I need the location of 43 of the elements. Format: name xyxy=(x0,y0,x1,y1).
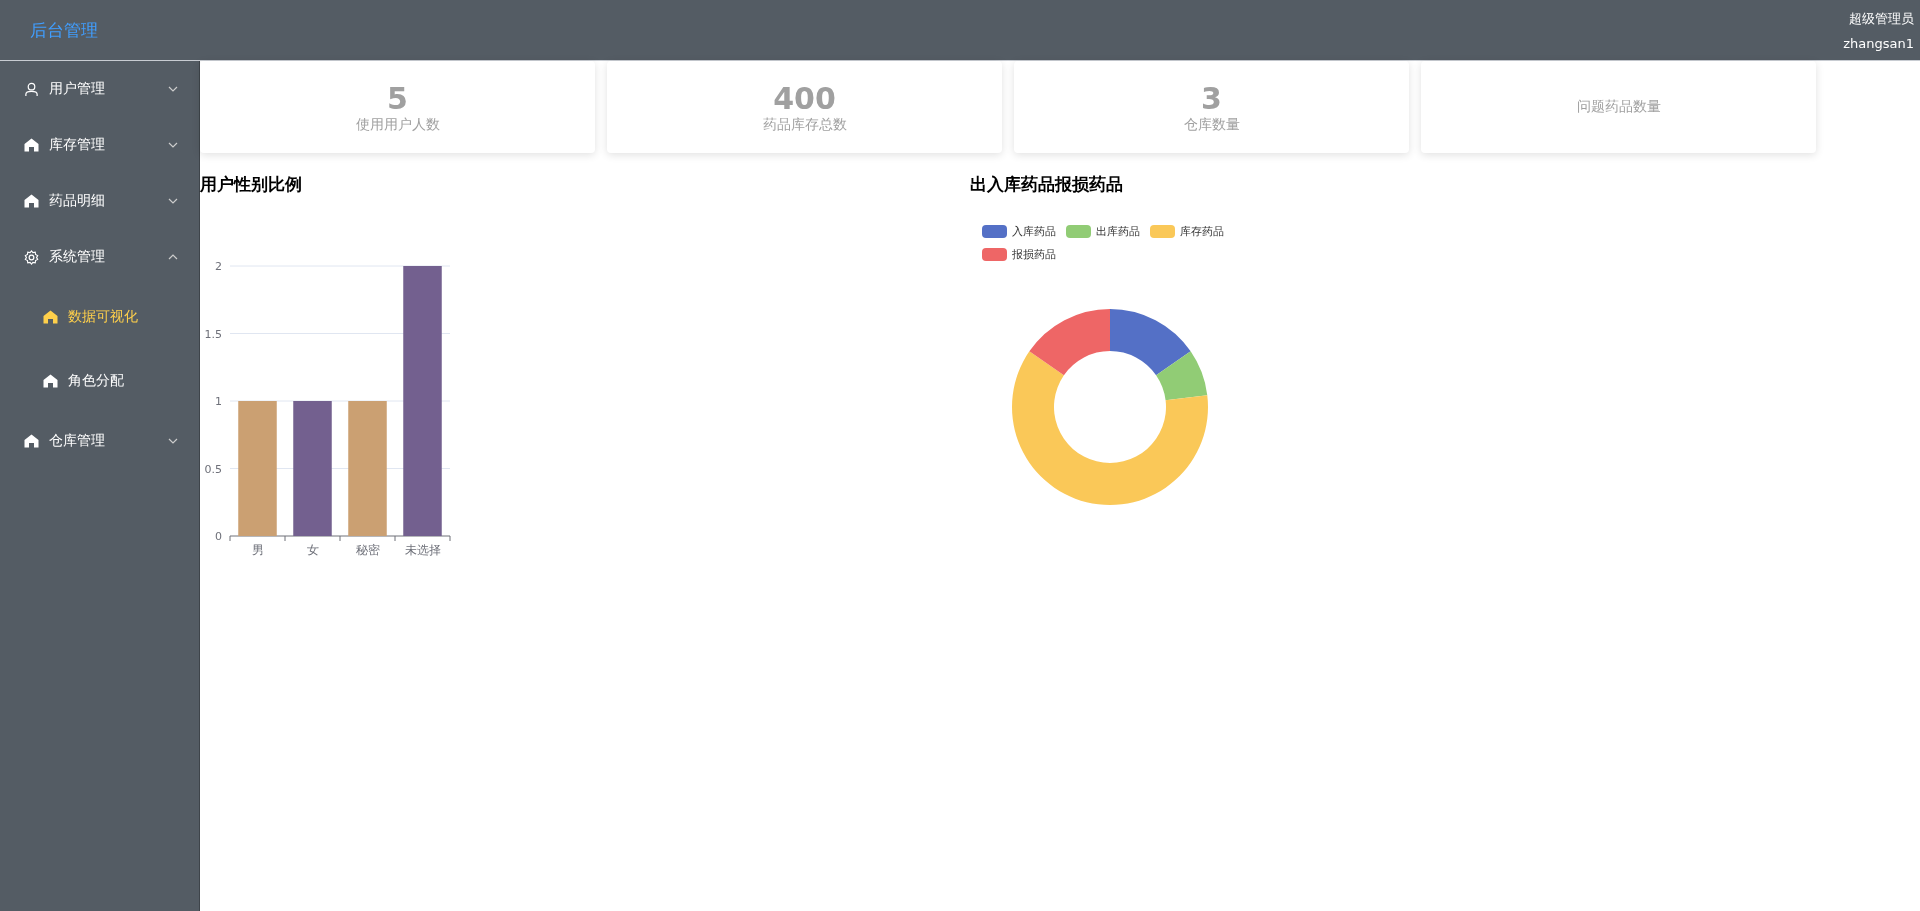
house-icon xyxy=(24,434,39,448)
axis-label: 0 xyxy=(215,530,222,543)
user-role: 超级管理员 xyxy=(1849,9,1914,28)
stat-label: 问题药品数量 xyxy=(1576,98,1661,116)
menu-item[interactable]: 库存管理 xyxy=(0,117,199,173)
menu-item[interactable]: 用户管理 xyxy=(0,61,199,117)
legend-label: 出库药品 xyxy=(1096,224,1140,239)
house-icon xyxy=(43,374,58,388)
axis-label: 0.5 xyxy=(204,462,222,476)
axis-label: 1.5 xyxy=(204,327,222,341)
legend-item[interactable]: 库存药品 xyxy=(1150,224,1224,239)
legend-item[interactable]: 入库药品 xyxy=(982,224,1056,239)
stat-label: 仓库数量 xyxy=(1183,115,1240,134)
user-icon xyxy=(24,81,39,97)
stat-value: 3 xyxy=(1201,80,1222,116)
menu-item[interactable]: 系统管理 xyxy=(0,229,199,285)
axis-label: 2 xyxy=(215,260,222,273)
stat-label: 药品库存总数 xyxy=(762,115,847,134)
chart-title: 用户性别比例 xyxy=(200,173,303,196)
stat-value: 5 xyxy=(387,80,408,116)
username[interactable]: zhangsan1 xyxy=(1843,35,1914,51)
house-icon xyxy=(43,310,58,324)
axis-label: 女 xyxy=(306,543,319,557)
chart-title: 出入库药品报损药品 xyxy=(970,173,1124,196)
axis-label: 1 xyxy=(215,395,222,408)
house-icon xyxy=(24,138,39,152)
menu-item[interactable]: 药品明细 xyxy=(0,173,199,229)
legend-label: 入库药品 xyxy=(1012,224,1056,239)
menu-item[interactable]: 仓库管理 xyxy=(0,413,199,469)
axis-label: 未选择 xyxy=(404,543,441,557)
legend-item[interactable]: 报损药品 xyxy=(982,247,1056,262)
submenu-item[interactable]: 数据可视化 xyxy=(0,285,199,349)
settings-icon xyxy=(24,249,39,265)
legend-item[interactable]: 出库药品 xyxy=(1066,224,1140,239)
submenu-item[interactable]: 角色分配 xyxy=(0,349,199,413)
stat-label: 使用用户人数 xyxy=(355,115,440,134)
app-logo: 后台管理 xyxy=(30,18,98,42)
legend-label: 报损药品 xyxy=(1012,247,1056,262)
house-icon xyxy=(24,194,39,208)
legend-label: 库存药品 xyxy=(1180,224,1224,239)
axis-label: 男 xyxy=(251,543,264,557)
axis-label: 秘密 xyxy=(355,543,380,557)
stat-value: 400 xyxy=(773,80,836,116)
